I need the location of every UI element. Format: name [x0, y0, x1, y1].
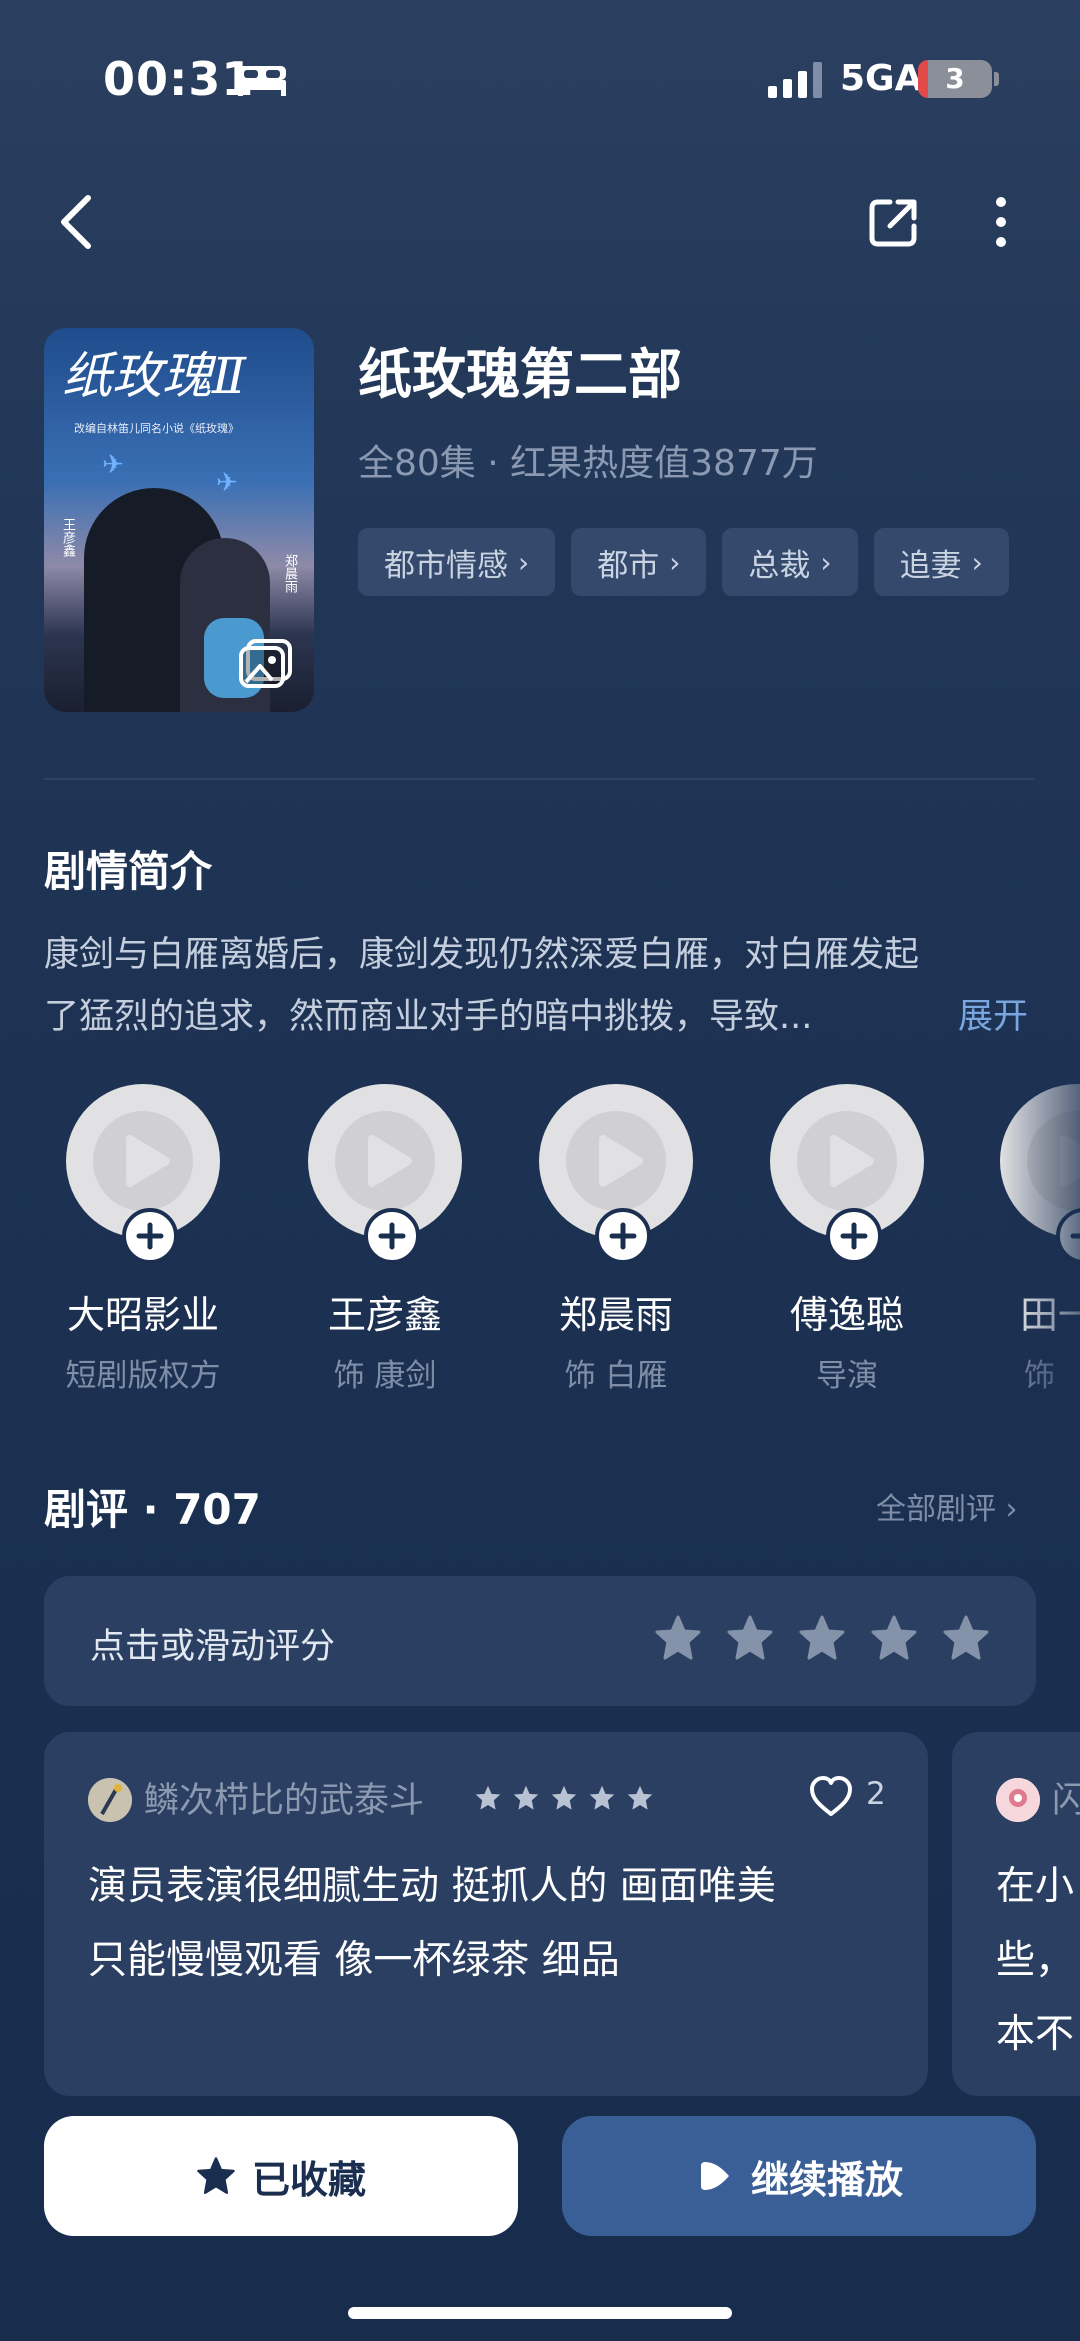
star-icon[interactable] — [726, 1614, 774, 1662]
drama-title: 纸玫瑰第二部 — [358, 343, 682, 406]
star-icon — [627, 1785, 653, 1810]
battery-level: 3 — [945, 62, 965, 95]
cast-role: 饰 康剑 — [333, 1358, 437, 1394]
chevron-right-icon: › — [971, 545, 983, 579]
avatar[interactable] — [996, 1778, 1040, 1822]
tag-list: 都市情感 › 都市 › 总裁 › 追妻 › — [358, 528, 1009, 596]
cast-role: 导演 — [816, 1358, 878, 1394]
star-filled-icon — [197, 2157, 235, 2194]
chevron-right-icon: › — [669, 545, 681, 579]
reviews-heading: 剧评 · 707 — [44, 1485, 261, 1534]
battery-tip — [994, 72, 999, 86]
review-username[interactable]: 鳞次栉比的武泰斗 — [144, 1772, 424, 1823]
plane-icon: ✈ — [216, 468, 238, 498]
cast-list: 大昭影业 短剧版权方 王彦鑫 饰 康剑 郑晨雨 饰 白雁 傅逸聪 导演 — [0, 1084, 1080, 1404]
review-text: 在小 些， 本不 — [996, 1864, 1075, 2057]
back-icon[interactable] — [52, 192, 102, 252]
cast-name: 大昭影业 — [66, 1293, 219, 1337]
review-stars — [474, 1784, 654, 1812]
cast-name: 傅逸聪 — [789, 1293, 904, 1337]
plane-icon: ✈ — [102, 450, 124, 480]
gallery-icon[interactable] — [238, 638, 294, 688]
heart-icon[interactable] — [808, 1774, 854, 1818]
cast-member[interactable]: 大昭影业 短剧版权方 — [42, 1084, 222, 1404]
scroll-fade — [1000, 1084, 1080, 1404]
play-label: 继续播放 — [750, 2157, 903, 2202]
chevron-right-icon: › — [518, 545, 530, 579]
tag-chip[interactable]: 追妻 › — [873, 528, 1009, 596]
cast-member[interactable]: 郑晨雨 饰 白雁 — [515, 1084, 695, 1404]
follow-plus-icon[interactable] — [826, 1208, 882, 1264]
synopsis-line: 康剑与白雁离婚后，康剑发现仍然深爱白雁，对白雁发起 — [44, 935, 920, 975]
star-icon[interactable] — [798, 1614, 846, 1662]
rating-stars[interactable] — [654, 1614, 990, 1662]
rating-box[interactable]: 点击或滑动评分 — [44, 1576, 1036, 1706]
review-username[interactable]: 闪 — [1052, 1772, 1080, 1823]
chevron-right-icon: › — [820, 545, 832, 579]
drama-meta: 全80集 · 红果热度值3877万 — [358, 443, 818, 484]
home-indicator[interactable] — [348, 2307, 732, 2319]
battery-icon: 3 — [918, 60, 992, 98]
bed-icon — [238, 66, 286, 96]
poster-actor-right: 郑晨雨 — [282, 554, 297, 593]
play-placeholder-icon — [797, 1111, 897, 1211]
synopsis-heading: 剧情简介 — [44, 847, 213, 896]
cast-name: 郑晨雨 — [558, 1293, 673, 1337]
star-icon[interactable] — [942, 1614, 990, 1662]
signal-icon — [768, 62, 822, 98]
like-count: 2 — [866, 1776, 886, 1812]
divider — [44, 778, 1034, 780]
status-time: 00:31 — [103, 52, 255, 106]
follow-plus-icon[interactable] — [364, 1208, 420, 1264]
cast-role: 饰 白雁 — [564, 1358, 668, 1394]
star-icon — [551, 1785, 577, 1810]
play-placeholder-icon — [566, 1111, 666, 1211]
poster-actor-left: 王彦鑫 — [60, 518, 75, 557]
poster-title: 纸玫瑰Ⅱ — [62, 347, 246, 405]
review-card[interactable]: 闪 在小 些， 本不 — [952, 1732, 1080, 2096]
all-reviews-link[interactable]: 全部剧评 › — [876, 1484, 1018, 1528]
cast-member[interactable]: 王彦鑫 饰 康剑 — [284, 1084, 464, 1404]
cast-name: 王彦鑫 — [327, 1293, 442, 1337]
tag-chip[interactable]: 都市 › — [571, 528, 707, 596]
star-icon — [475, 1785, 501, 1810]
star-icon[interactable] — [654, 1614, 702, 1662]
more-icon[interactable] — [986, 194, 1016, 250]
tag-chip[interactable]: 都市情感 › — [358, 528, 556, 596]
drama-poster[interactable]: 纸玫瑰Ⅱ 改编自林笛儿同名小说《纸玫瑰》 ✈ ✈ 王彦鑫 郑晨雨 — [44, 328, 314, 712]
review-text: 演员表演很细腻生动 挺抓人的 画面唯美 只能慢慢观看 像一杯绿茶 细品 — [88, 1864, 776, 1983]
share-icon[interactable] — [868, 196, 920, 248]
synopsis-line: 了猛烈的追求，然而商业对手的暗中挑拨，导致... — [44, 997, 813, 1037]
star-icon — [589, 1785, 615, 1810]
rate-prompt: 点击或滑动评分 — [90, 1627, 336, 1667]
star-icon[interactable] — [870, 1614, 918, 1662]
review-card[interactable]: 鳞次栉比的武泰斗 2 演员表演很细腻生动 挺抓人的 画面唯美 只能慢慢观看 像一… — [44, 1732, 928, 2096]
network-label: 5GA — [840, 58, 923, 99]
cast-role: 短剧版权方 — [65, 1358, 221, 1394]
tag-chip[interactable]: 总裁 › — [722, 528, 858, 596]
favorite-label: 已收藏 — [251, 2157, 366, 2202]
play-placeholder-icon — [335, 1111, 435, 1211]
cast-member[interactable]: 傅逸聪 导演 — [746, 1084, 926, 1404]
play-placeholder-icon — [93, 1111, 193, 1211]
follow-plus-icon[interactable] — [595, 1208, 651, 1264]
follow-plus-icon[interactable] — [122, 1208, 178, 1264]
expand-button[interactable]: 展开 — [958, 986, 1028, 1048]
avatar[interactable] — [88, 1778, 132, 1822]
continue-play-button[interactable]: 继续播放 — [562, 2116, 1036, 2236]
poster-subtitle: 改编自林笛儿同名小说《纸玫瑰》 — [74, 422, 239, 435]
synopsis-text: 康剑与白雁离婚后，康剑发现仍然深爱白雁，对白雁发起 了猛烈的追求，然而商业对手的… — [44, 924, 1034, 1048]
status-bar: 00:31 5GA 3 — [0, 0, 1080, 150]
favorite-button[interactable]: 已收藏 — [44, 2116, 518, 2236]
star-icon — [513, 1785, 539, 1810]
play-icon — [700, 2162, 729, 2190]
